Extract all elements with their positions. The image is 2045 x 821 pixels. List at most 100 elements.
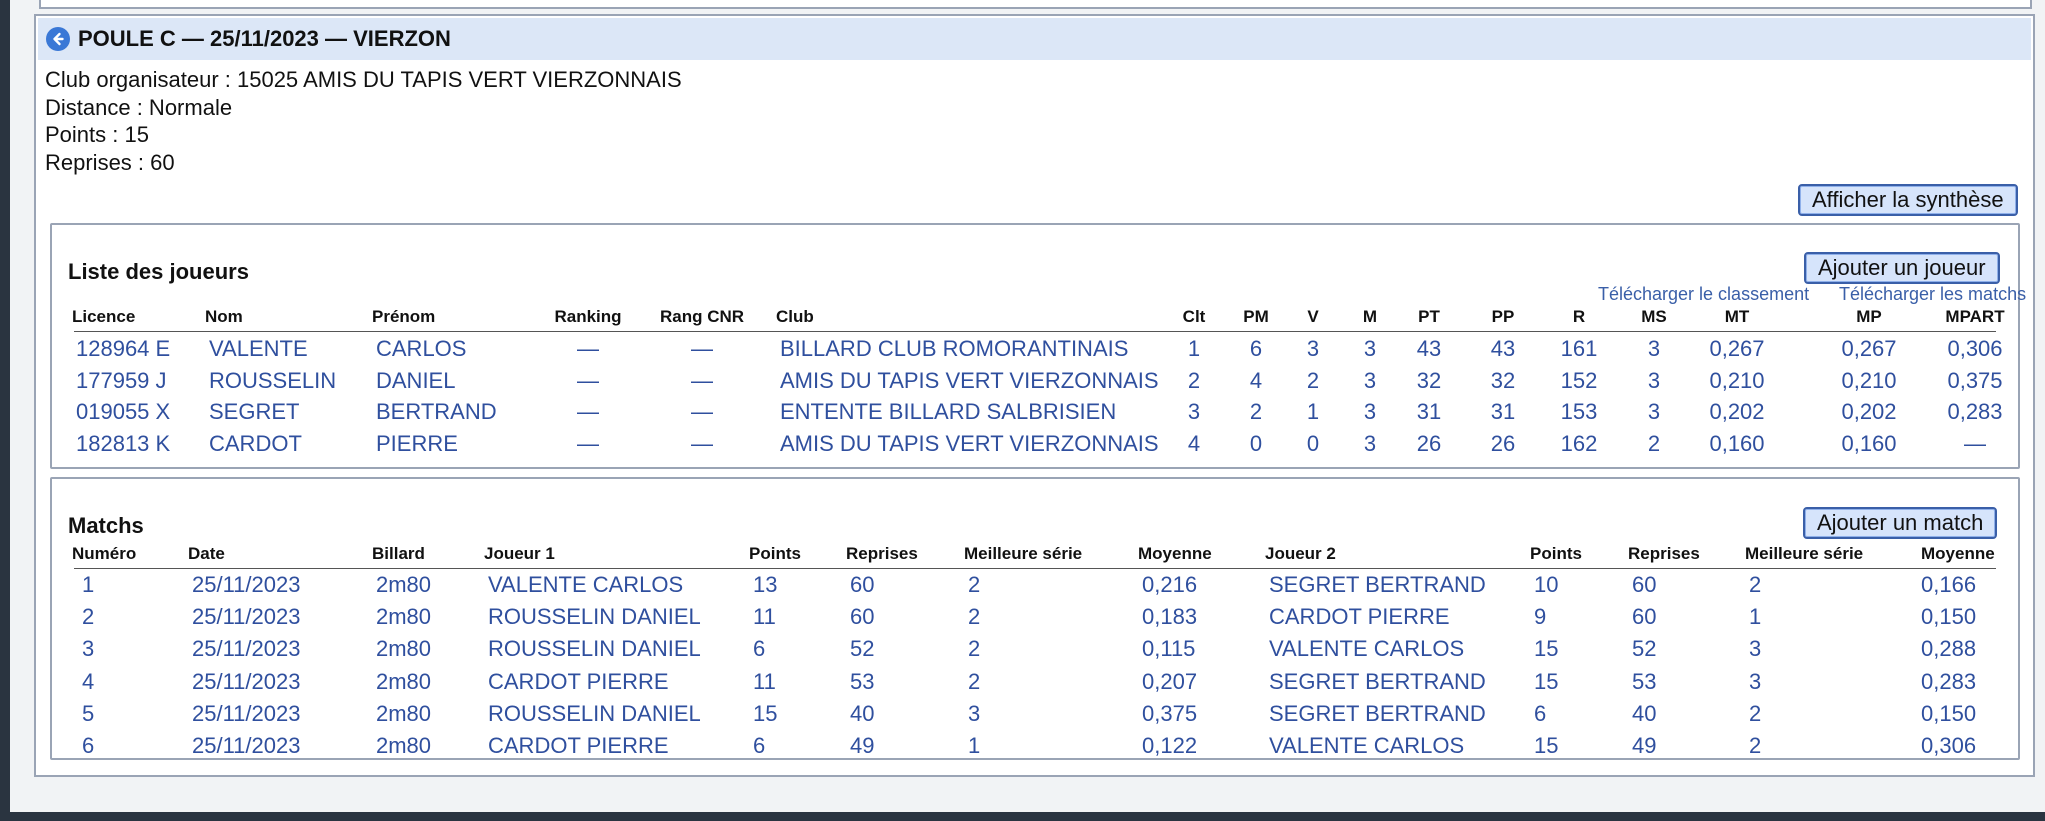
- table-cell: 0,202: [1709, 399, 1765, 425]
- table-cell: 25/11/2023: [192, 700, 301, 726]
- add-match-button[interactable]: Ajouter un match: [1803, 507, 1998, 539]
- players-col-clt-6: Clt: [1182, 307, 1206, 326]
- players-col-prenom-2: Prénom: [372, 307, 436, 326]
- match-row[interactable]: 6 25/11/2023 2m80 CARDOT PIERRE 6 49 1 0,122 VAL…: [52, 730, 2018, 762]
- table-cell: VALENTE: [209, 336, 308, 361]
- table-cell: 0,267: [1841, 336, 1897, 361]
- matches-col-numero-0: Numéro: [72, 544, 137, 563]
- match-row[interactable]: 1 25/11/2023 2m80 VALENTE CARLOS 13 60 2 0,216 S…: [52, 569, 2018, 601]
- players-col-pp-11: PP: [1491, 307, 1515, 326]
- table-cell: 10: [1534, 572, 1559, 597]
- matches-col-billard-2: Billard: [372, 544, 425, 563]
- matches-col-moyenne-7: Moyenne: [1138, 544, 1212, 563]
- table-cell: ROUSSELIN DANIEL: [488, 636, 701, 662]
- players-col-ms-13: MS: [1641, 307, 1667, 326]
- table-cell: 2m80: [376, 668, 432, 694]
- players-col-pt-10: PT: [1418, 307, 1440, 326]
- player-row[interactable]: 182813 K CARDOT PIERRE — — AMIS DU TAPIS VERT…: [52, 428, 2018, 460]
- table-cell: 2: [968, 636, 981, 662]
- table-cell: 53: [850, 668, 875, 694]
- table-cell: 2: [1749, 700, 1762, 726]
- match-row[interactable]: 5 25/11/2023 2m80 ROUSSELIN DANIEL 15 40 3 0,37…: [52, 698, 2018, 730]
- table-cell: 49: [1632, 733, 1657, 758]
- players-header-divider: [74, 331, 1996, 332]
- table-cell: 4: [1187, 431, 1201, 457]
- table-cell: 6: [1534, 700, 1547, 726]
- matches-col-points-4: Points: [749, 544, 801, 563]
- player-row[interactable]: 177959 J ROUSSELIN DANIEL — — AMIS DU TAPIS V…: [52, 365, 2018, 397]
- table-cell: AMIS DU TAPIS VERT VIERZONNAIS: [780, 367, 1159, 393]
- table-cell: 25/11/2023: [192, 733, 301, 758]
- table-cell: SEGRET: [209, 399, 300, 425]
- table-cell: 9: [1534, 604, 1547, 630]
- players-col-nom-1: Nom: [205, 307, 243, 326]
- table-cell: 0,207: [1142, 668, 1198, 694]
- table-cell: 3: [968, 700, 981, 726]
- download-matches-link[interactable]: Télécharger les matchs: [1839, 284, 2026, 305]
- table-cell: CARDOT PIERRE: [1269, 604, 1450, 630]
- points: Points : 15: [45, 122, 149, 147]
- table-cell: 60: [1632, 604, 1657, 630]
- table-cell: CARDOT PIERRE: [488, 668, 669, 694]
- table-cell: 0,160: [1709, 431, 1765, 457]
- table-cell: BILLARD CLUB ROMORANTINAIS: [780, 336, 1129, 361]
- table-cell: 6: [1249, 336, 1263, 361]
- table-cell: 182813 K: [76, 431, 171, 457]
- table-cell: —: [577, 367, 599, 393]
- table-cell: 52: [1632, 636, 1657, 662]
- table-cell: 2: [1249, 399, 1263, 425]
- table-cell: 15: [753, 700, 778, 726]
- table-cell: 1: [1306, 399, 1320, 425]
- matches-title: Matchs: [68, 513, 144, 538]
- table-cell: 3: [1647, 367, 1661, 393]
- table-cell: 26: [1490, 431, 1516, 457]
- match-row[interactable]: 4 25/11/2023 2m80 CARDOT PIERRE 11 53 2 0,207 SE…: [52, 666, 2018, 698]
- table-cell: 0,375: [1142, 700, 1198, 726]
- table-cell: 128964 E: [76, 336, 171, 361]
- matches-col-points-9: Points: [1530, 544, 1582, 563]
- poule-title: POULE C — 25/11/2023 — VIERZON: [78, 26, 451, 51]
- table-cell: 3: [1749, 636, 1762, 662]
- table-cell: 1: [968, 733, 981, 758]
- table-cell: —: [577, 431, 599, 457]
- match-row[interactable]: 2 25/11/2023 2m80 ROUSSELIN DANIEL 11 60 2 0,18…: [52, 601, 2018, 633]
- table-cell: 26: [1416, 431, 1442, 457]
- table-cell: 0: [1249, 431, 1263, 457]
- show-synthesis-button[interactable]: Afficher la synthèse: [1798, 184, 2018, 216]
- table-cell: 2: [1306, 367, 1320, 393]
- table-cell: 53: [1632, 668, 1657, 694]
- poule-panel: POULE C — 25/11/2023 — VIERZON Club orga…: [34, 14, 2035, 777]
- table-cell: 11: [753, 604, 776, 630]
- add-player-button[interactable]: Ajouter un joueur: [1804, 252, 2000, 284]
- table-cell: 15: [1534, 636, 1559, 662]
- download-ranking-link[interactable]: Télécharger le classement: [1598, 284, 1809, 305]
- arrow-left-circle-icon[interactable]: [46, 27, 70, 51]
- table-cell: 0,216: [1142, 572, 1198, 597]
- table-cell: 2m80: [376, 636, 432, 662]
- matches-col-joueur-2-8: Joueur 2: [1265, 544, 1336, 563]
- matches-col-moyenne-12: Moyenne: [1921, 544, 1995, 563]
- players-col-v-8: V: [1307, 307, 1319, 326]
- table-cell: 43: [1416, 336, 1442, 361]
- table-cell: 0,375: [1947, 367, 2003, 393]
- player-row[interactable]: 019055 X SEGRET BERTRAND — — ENTENTE BILLARD …: [52, 396, 2018, 428]
- matches-panel: Matchs Ajouter un match Numéro Date Billar…: [50, 477, 2020, 760]
- table-cell: 0,122: [1142, 733, 1198, 758]
- players-title: Liste des joueurs: [68, 259, 249, 284]
- matches-col-joueur-1-3: Joueur 1: [484, 544, 555, 563]
- table-cell: 15: [1534, 668, 1559, 694]
- players-col-mpart-16: MPART: [1945, 307, 2005, 326]
- table-cell: 4: [1249, 367, 1263, 393]
- table-cell: 1: [1187, 336, 1201, 361]
- table-cell: 6: [82, 733, 95, 758]
- table-cell: 6: [753, 733, 766, 758]
- matches-col-meilleure-serie-11: Meilleure série: [1745, 544, 1864, 563]
- table-cell: 32: [1416, 367, 1442, 393]
- player-row[interactable]: 128964 E VALENTE CARLOS — — BILLARD CLUB ROMO…: [52, 333, 2018, 365]
- matches-col-reprises-5: Reprises: [846, 544, 918, 563]
- table-cell: 15: [1534, 733, 1559, 758]
- match-row[interactable]: 3 25/11/2023 2m80 ROUSSELIN DANIEL 6 52 2 0,115…: [52, 633, 2018, 665]
- table-cell: 0,283: [1921, 668, 1977, 694]
- table-cell: ROUSSELIN: [209, 367, 337, 393]
- table-cell: PIERRE: [376, 431, 458, 457]
